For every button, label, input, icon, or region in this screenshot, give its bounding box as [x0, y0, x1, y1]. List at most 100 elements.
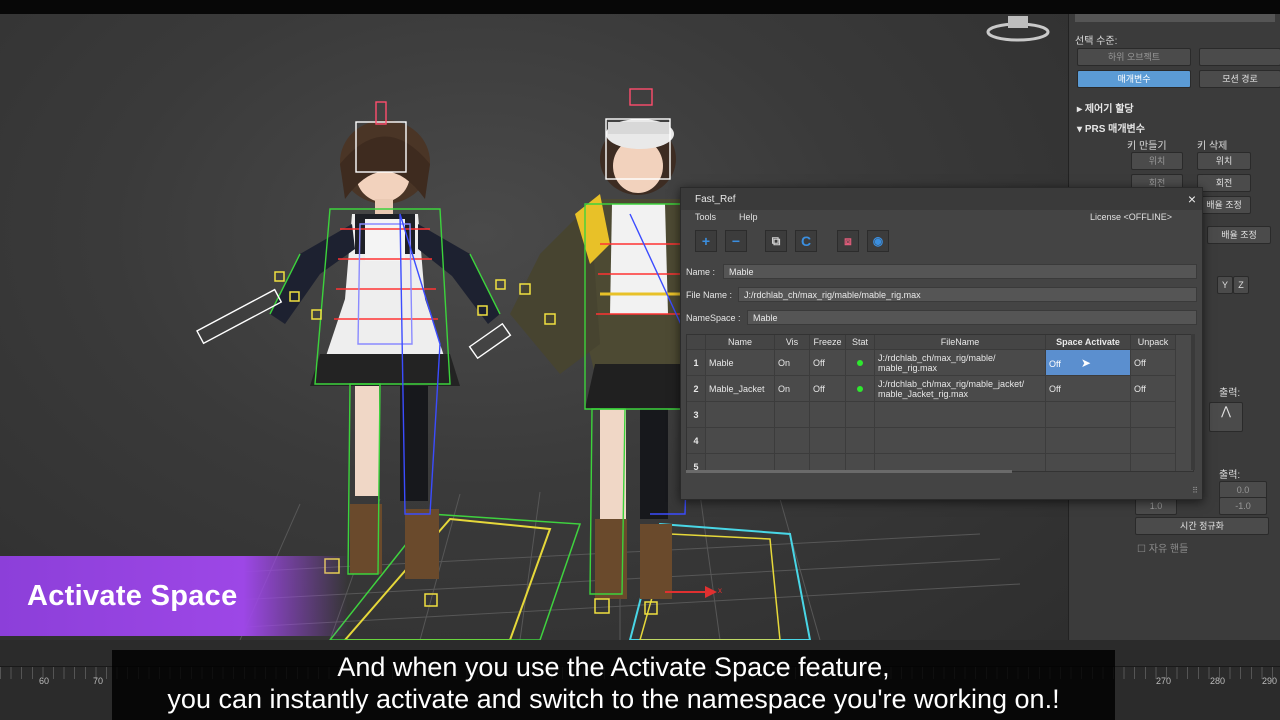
cell-vis[interactable]: [774, 427, 810, 454]
cell-vis[interactable]: On: [774, 375, 810, 402]
cell-unpack[interactable]: Off: [1130, 375, 1176, 402]
parameters-button[interactable]: 매개변수: [1077, 70, 1191, 88]
assign-controller-label: 제어기 할당: [1084, 104, 1134, 115]
motion-path-button[interactable]: 모션 경로: [1199, 70, 1280, 88]
resize-grip-icon[interactable]: ⠿: [1192, 486, 1198, 495]
close-icon[interactable]: ×: [1188, 191, 1196, 207]
col-header-index: [687, 335, 706, 350]
col-header-unpack[interactable]: Unpack: [1130, 335, 1176, 350]
feature-banner: Activate Space: [0, 556, 348, 636]
table-row[interactable]: 3: [687, 401, 1176, 428]
folder-icon[interactable]: ⧈: [837, 230, 859, 252]
dialog-menubar: Tools Help License <OFFLINE>: [681, 210, 1202, 225]
prs-parameters-rollout[interactable]: ▾ PRS 매개변수: [1077, 120, 1145, 135]
cell-unpack[interactable]: Off: [1130, 349, 1176, 376]
prs-params-label: PRS 매개변수: [1084, 124, 1145, 135]
col-header-name[interactable]: Name: [705, 335, 775, 350]
cell-freeze[interactable]: Off: [809, 375, 846, 402]
free-handle-label: 자유 핸들: [1148, 544, 1189, 555]
col-header-vis[interactable]: Vis: [774, 335, 810, 350]
status-dot-icon: [857, 385, 863, 392]
cell-stat: [845, 427, 875, 454]
tick-label: 280: [1210, 676, 1226, 686]
vertical-scrollbar[interactable]: [1191, 334, 1195, 470]
output-label: 출력:: [1219, 388, 1241, 399]
table-row[interactable]: 4: [687, 427, 1176, 454]
cell-vis[interactable]: On: [774, 349, 810, 376]
dialog-titlebar[interactable]: Fast_Ref ×: [681, 188, 1202, 210]
free-handle-checkbox[interactable]: ☐ 자유 핸들: [1137, 540, 1188, 555]
table-row[interactable]: 2 Mable_Jacket On Off J:/rdchlab_ch/max_…: [687, 375, 1176, 402]
delete-scale-key-button[interactable]: 배율 조정: [1197, 196, 1251, 214]
filename-line1: J:/rdchlab_ch/max_rig/mable_jacket/: [878, 378, 1025, 389]
name-label: Name :: [686, 267, 716, 277]
col-header-filename[interactable]: FileName: [874, 335, 1046, 350]
cell-vis[interactable]: [774, 401, 810, 428]
cell-name[interactable]: Mable_Jacket: [705, 375, 775, 402]
cell-unpack[interactable]: [1130, 453, 1176, 471]
col-header-stat[interactable]: Stat: [845, 335, 875, 350]
status-dot-icon: [857, 359, 863, 366]
cell-space-activate[interactable]: [1045, 427, 1131, 454]
tick-label: 290: [1262, 676, 1278, 686]
filename-label: File Name :: [686, 290, 733, 300]
namespace-field[interactable]: Mable: [747, 310, 1197, 325]
col-header-space-activate[interactable]: Space Activate: [1045, 335, 1131, 350]
row-number: 1: [687, 349, 706, 376]
menu-help[interactable]: Help: [739, 212, 758, 222]
time-normalize-button[interactable]: 시간 정규화: [1135, 517, 1269, 535]
fast-ref-dialog: Fast_Ref × Tools Help License <OFFLINE> …: [680, 187, 1203, 500]
cell-space-activate[interactable]: [1045, 453, 1131, 471]
cell-filename[interactable]: J:/rdchlab_ch/max_rig/mable/mable_rig.ma…: [874, 349, 1046, 376]
col-header-freeze[interactable]: Freeze: [809, 335, 846, 350]
filename-field[interactable]: J:/rdchlab_ch/max_rig/mable/mable_rig.ma…: [738, 287, 1197, 302]
subtitle-line-2: you can instantly activate and switch to…: [167, 684, 1060, 714]
cell-unpack[interactable]: [1130, 427, 1176, 454]
add-icon[interactable]: +: [695, 230, 717, 252]
scale-adjust-button[interactable]: 배율 조정: [1207, 226, 1271, 244]
cell-space-activate[interactable]: [1045, 401, 1131, 428]
tick-label: 70: [93, 676, 104, 686]
delete-key-label: 키 삭제: [1197, 141, 1228, 152]
name-field[interactable]: Mable: [723, 264, 1197, 279]
refresh-c-icon[interactable]: C: [795, 230, 817, 252]
cell-unpack[interactable]: [1130, 401, 1176, 428]
subtitle-box: And when you use the Activate Space feat…: [112, 650, 1115, 720]
cell-filename[interactable]: [874, 427, 1046, 454]
menu-tools[interactable]: Tools: [695, 212, 716, 222]
cell-name[interactable]: [705, 401, 775, 428]
cell-filename[interactable]: J:/rdchlab_ch/max_rig/mable_jacket/mable…: [874, 375, 1046, 402]
sub-object-button[interactable]: 하위 오브젝트: [1077, 48, 1191, 66]
curve-icon[interactable]: ⋀: [1209, 402, 1243, 432]
axis-z-button[interactable]: Z: [1233, 276, 1249, 294]
horizontal-scrollbar[interactable]: [686, 470, 1012, 473]
cell-name[interactable]: Mable: [705, 349, 775, 376]
filename-line1: J:/rdchlab_ch/max_rig/mable/: [878, 352, 996, 363]
cell-filename[interactable]: [874, 401, 1046, 428]
sub-object-button-2[interactable]: [1199, 48, 1280, 66]
table-row[interactable]: 1 Mable On Off J:/rdchlab_ch/max_rig/mab…: [687, 349, 1176, 376]
delete-position-key-button[interactable]: 위치: [1197, 152, 1251, 170]
cell-space-activate[interactable]: Off: [1045, 375, 1131, 402]
cell-freeze[interactable]: [809, 427, 846, 454]
mouse-cursor-icon: ➤: [1080, 355, 1091, 370]
cell-space-activate-selected[interactable]: Off ➤: [1045, 349, 1131, 376]
axis-y-button[interactable]: Y: [1217, 276, 1233, 294]
remove-icon[interactable]: −: [725, 230, 747, 252]
tick-label: 270: [1156, 676, 1172, 686]
cell-freeze[interactable]: [809, 401, 846, 428]
cell-freeze[interactable]: Off: [809, 349, 846, 376]
value-b-spinner[interactable]: -1.0: [1219, 497, 1267, 515]
row-number: 2: [687, 375, 706, 402]
delete-rotation-key-button[interactable]: 회전: [1197, 174, 1251, 192]
search-icon[interactable]: ◉: [867, 230, 889, 252]
row-number: 3: [687, 401, 706, 428]
reference-grid[interactable]: Name Vis Freeze Stat FileName Space Acti…: [686, 334, 1194, 472]
cell-name[interactable]: [705, 427, 775, 454]
assign-controller-rollout[interactable]: ▸ 제어기 할당: [1077, 100, 1134, 115]
duplicate-icon[interactable]: ⧉: [765, 230, 787, 252]
row-number: 4: [687, 427, 706, 454]
license-status: License <OFFLINE>: [1089, 212, 1172, 222]
create-position-key-button[interactable]: 위치: [1131, 152, 1183, 170]
output-label-2: 출력:: [1219, 470, 1241, 481]
